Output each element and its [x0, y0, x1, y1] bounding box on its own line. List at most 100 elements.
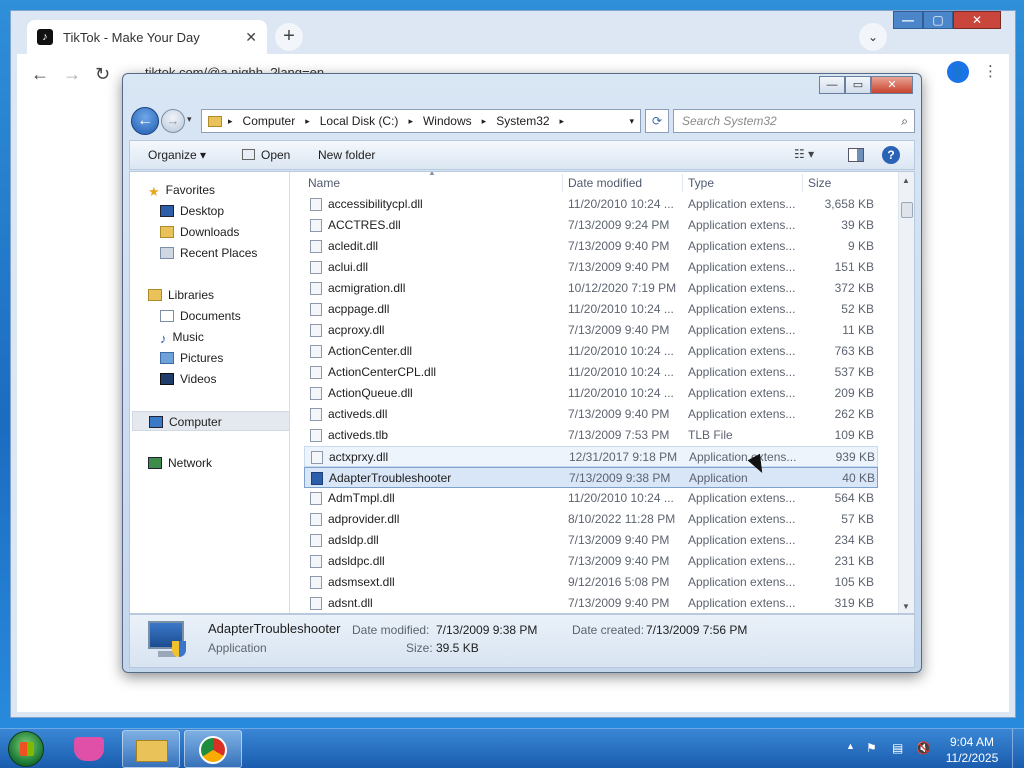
- file-type: Application extens...: [688, 575, 796, 589]
- file-row[interactable]: ACCTRES.dll 7/13/2009 9:24 PM Application …: [304, 215, 878, 236]
- file-row[interactable]: aclui.dll 7/13/2009 9:40 PM Application ex…: [304, 257, 878, 278]
- file-row[interactable]: ActionCenterCPL.dll 11/20/2010 10:24 ... A…: [304, 362, 878, 383]
- browser-close-button[interactable]: ✕: [953, 11, 1001, 29]
- file-row[interactable]: adsmsext.dll 9/12/2016 5:08 PM Application…: [304, 572, 878, 593]
- file-row[interactable]: actxprxy.dll 12/31/2017 9:18 PM Applicatio…: [304, 446, 878, 467]
- recent-pages-dropdown-icon[interactable]: ▾: [187, 114, 192, 125]
- file-row[interactable]: accessibilitycpl.dll 11/20/2010 10:24 ...…: [304, 194, 878, 215]
- file-name: adsldp.dll: [328, 533, 379, 547]
- scrollbar-thumb[interactable]: [901, 202, 913, 218]
- column-divider[interactable]: [682, 174, 683, 192]
- browser-menu-icon[interactable]: ⋮: [983, 62, 998, 80]
- open-button[interactable]: Open: [242, 148, 290, 162]
- breadcrumb-local-disk[interactable]: Local Disk (C:): [320, 114, 399, 128]
- nav-label: Documents: [180, 309, 241, 323]
- address-history-dropdown-icon[interactable]: ▾: [629, 116, 634, 127]
- taskbar-explorer[interactable]: [122, 730, 180, 768]
- open-icon: [242, 149, 255, 160]
- refresh-button[interactable]: ⟳: [645, 109, 669, 133]
- column-divider[interactable]: [562, 174, 563, 192]
- nav-libraries[interactable]: Libraries: [148, 285, 306, 305]
- file-row[interactable]: adsldpc.dll 7/13/2009 9:40 PM Application …: [304, 551, 878, 572]
- file-row[interactable]: ActionQueue.dll 11/20/2010 10:24 ... Appli…: [304, 383, 878, 404]
- explorer-forward-button[interactable]: →: [161, 109, 185, 133]
- file-row[interactable]: acproxy.dll 7/13/2009 9:40 PM Application …: [304, 320, 878, 341]
- file-row[interactable]: AdmTmpl.dll 11/20/2010 10:24 ... Applicati…: [304, 488, 878, 509]
- explorer-minimize-button[interactable]: —: [819, 76, 845, 94]
- browser-minimize-button[interactable]: —: [893, 11, 923, 29]
- explorer-maximize-button[interactable]: ▭: [845, 76, 871, 94]
- column-divider[interactable]: [802, 174, 803, 192]
- system-clock[interactable]: 9:04 AM 11/2/2025: [944, 734, 1000, 766]
- file-row[interactable]: activeds.dll 7/13/2009 9:40 PM Application…: [304, 404, 878, 425]
- forward-arrow-icon[interactable]: →: [63, 64, 81, 85]
- profile-avatar-icon[interactable]: 👤: [947, 61, 969, 83]
- vertical-scrollbar[interactable]: ▲ ▼: [898, 172, 914, 613]
- file-row[interactable]: ActionCenter.dll 11/20/2010 10:24 ... Appl…: [304, 341, 878, 362]
- breadcrumb-separator-icon[interactable]: ▸: [560, 116, 565, 127]
- column-header-name[interactable]: Name: [308, 176, 340, 190]
- scroll-down-icon[interactable]: ▼: [902, 602, 910, 611]
- new-folder-button[interactable]: New folder: [318, 148, 375, 162]
- address-breadcrumb[interactable]: ▸ Computer ▸ Local Disk (C:) ▸ Windows ▸…: [201, 109, 641, 133]
- preview-pane-icon[interactable]: [848, 148, 864, 162]
- action-center-flag-icon[interactable]: ⚑: [866, 741, 877, 755]
- start-button[interactable]: [8, 731, 44, 767]
- scroll-up-icon[interactable]: ▲: [902, 176, 910, 185]
- column-header-size[interactable]: Size: [808, 176, 831, 190]
- file-row[interactable]: activeds.tlb 7/13/2009 7:53 PM TLB File 109…: [304, 425, 878, 446]
- browser-tab[interactable]: ♪ TikTok - Make Your Day ✕: [27, 20, 267, 54]
- taskbar-app-cat[interactable]: [60, 730, 118, 768]
- nav-network[interactable]: Network: [148, 453, 306, 473]
- new-tab-button[interactable]: +: [275, 23, 303, 51]
- pictures-icon: [160, 352, 174, 364]
- help-icon[interactable]: ?: [882, 146, 900, 164]
- file-name: AdmTmpl.dll: [328, 491, 395, 505]
- search-icon[interactable]: ⌕: [901, 110, 908, 132]
- file-size: 3,658 KB: [824, 197, 874, 211]
- file-row[interactable]: acledit.dll 7/13/2009 9:40 PM Application …: [304, 236, 878, 257]
- file-row[interactable]: acppage.dll 11/20/2010 10:24 ... Applicati…: [304, 299, 878, 320]
- tab-search-button[interactable]: ⌄: [859, 23, 887, 51]
- file-type: Application extens...: [688, 323, 796, 337]
- file-row[interactable]: adsnt.dll 7/13/2009 9:40 PM Application ex…: [304, 593, 878, 613]
- breadcrumb-computer[interactable]: Computer: [243, 114, 296, 128]
- file-name: adsmsext.dll: [328, 575, 395, 589]
- breadcrumb-separator-icon[interactable]: ▸: [482, 116, 487, 127]
- file-row[interactable]: acmigration.dll 10/12/2020 7:19 PM Applica…: [304, 278, 878, 299]
- reload-icon[interactable]: ↻: [95, 64, 110, 85]
- details-date-modified-label: Date modified:: [352, 623, 430, 637]
- back-arrow-icon[interactable]: ←: [31, 64, 49, 85]
- file-date-modified: 7/13/2009 9:40 PM: [568, 533, 670, 547]
- change-view-button[interactable]: ☷ ▾: [794, 147, 814, 161]
- organize-button[interactable]: Organize ▾: [148, 148, 206, 162]
- file-row[interactable]: AdapterTroubleshooter 7/13/2009 9:38 PM Ap…: [304, 467, 878, 488]
- column-header-date[interactable]: Date modified: [568, 176, 642, 190]
- breadcrumb-separator-icon[interactable]: ▸: [228, 116, 233, 127]
- file-type: Application extens...: [688, 281, 796, 295]
- show-desktop-button[interactable]: [1012, 729, 1024, 768]
- file-row[interactable]: adsldp.dll 7/13/2009 9:40 PM Application e…: [304, 530, 878, 551]
- network-status-icon[interactable]: ▤: [892, 741, 903, 755]
- nav-favorites[interactable]: ★ Favorites: [148, 180, 306, 200]
- tab-close-icon[interactable]: ✕: [245, 29, 257, 46]
- search-input[interactable]: Search System32 ⌕: [673, 109, 915, 133]
- show-hidden-icons[interactable]: ▲: [846, 741, 855, 751]
- nav-computer[interactable]: Computer: [132, 411, 290, 431]
- file-date-modified: 7/13/2009 9:40 PM: [568, 239, 670, 253]
- explorer-window: — ▭ ✕ ← → ▾ ▸ Computer ▸ Local Disk (C:)…: [122, 73, 922, 673]
- volume-muted-icon[interactable]: 🔇: [916, 741, 931, 755]
- breadcrumb-system32[interactable]: System32: [496, 114, 549, 128]
- column-header-type[interactable]: Type: [688, 176, 714, 190]
- breadcrumb-windows[interactable]: Windows: [423, 114, 472, 128]
- taskbar-chrome[interactable]: [184, 730, 242, 768]
- file-date-modified: 11/20/2010 10:24 ...: [568, 197, 674, 211]
- file-row[interactable]: adprovider.dll 8/10/2022 11:28 PM Applicat…: [304, 509, 878, 530]
- explorer-back-button[interactable]: ←: [131, 107, 159, 135]
- browser-maximize-button[interactable]: ▢: [923, 11, 953, 29]
- breadcrumb-separator-icon[interactable]: ▸: [408, 116, 413, 127]
- explorer-close-button[interactable]: ✕: [871, 76, 913, 94]
- file-date-modified: 12/31/2017 9:18 PM: [569, 450, 678, 464]
- breadcrumb-separator-icon[interactable]: ▸: [305, 116, 310, 127]
- file-date-modified: 9/12/2016 5:08 PM: [568, 575, 670, 589]
